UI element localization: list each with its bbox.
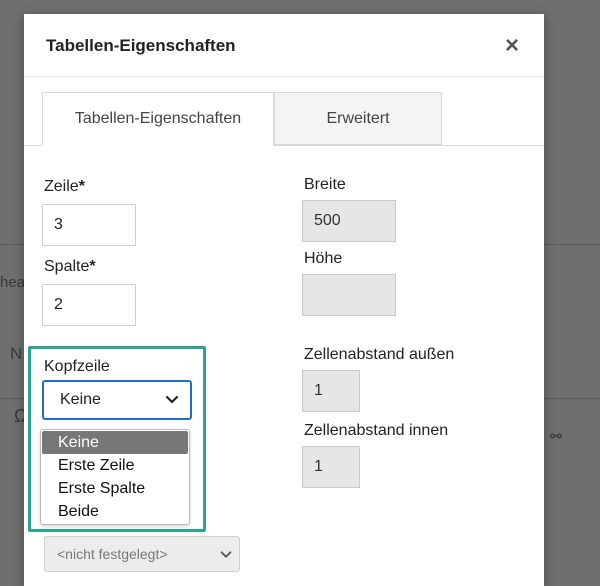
option-erste-spalte[interactable]: Erste Spalte — [42, 477, 188, 500]
option-keine[interactable]: Keine — [42, 431, 188, 454]
close-icon: × — [504, 32, 519, 59]
rows-value: 3 — [54, 216, 63, 233]
outer-spacing-value: 1 — [314, 382, 323, 399]
outer-spacing-label: Zellenabstand außen — [304, 346, 455, 363]
width-label: Breite — [304, 176, 346, 193]
background-divider — [544, 398, 600, 399]
header-row-label: Kopfzeile — [44, 358, 110, 375]
option-erste-zeile[interactable]: Erste Zeile — [42, 454, 188, 477]
chevron-down-icon — [220, 551, 232, 558]
tab-table-properties[interactable]: Tabellen-Eigenschaften — [42, 92, 274, 146]
cols-label: Spalte* — [44, 258, 96, 276]
height-input[interactable] — [302, 274, 396, 316]
background-divider — [544, 244, 600, 245]
tab-advanced[interactable]: Erweitert — [274, 92, 442, 145]
height-label: Höhe — [304, 250, 343, 267]
background-divider — [0, 398, 24, 399]
tab-bar: Tabellen-Eigenschaften Erweitert — [24, 92, 544, 146]
dialog-title: Tabellen-Eigenschaften — [46, 36, 236, 55]
rows-label: Zeile* — [44, 178, 85, 196]
tab-label: Tabellen-Eigenschaften — [74, 110, 242, 127]
width-value: 500 — [314, 212, 341, 229]
required-mark: * — [89, 258, 96, 275]
header-row-select[interactable]: Keine — [42, 380, 192, 420]
cols-value: 2 — [54, 296, 63, 313]
width-input[interactable]: 500 — [302, 200, 396, 242]
rows-input[interactable]: 3 — [42, 204, 136, 246]
table-properties-dialog: Tabellen-Eigenschaften × Tabellen-Eigens… — [24, 14, 544, 586]
header-row-dropdown: Keine Erste Zeile Erste Spalte Beide — [40, 429, 190, 525]
chevron-down-icon — [165, 395, 179, 404]
inner-spacing-input[interactable]: 1 — [302, 446, 360, 488]
background-text: N — [10, 344, 23, 363]
background-text: hea — [0, 274, 26, 291]
background-divider — [0, 244, 24, 245]
tab-label: Erweitert — [326, 109, 390, 127]
rows-label-text: Zeile — [44, 178, 79, 195]
cols-input[interactable]: 2 — [42, 284, 136, 326]
alignment-selected-value: <nicht festgelegt> — [57, 546, 168, 562]
cols-label-text: Spalte — [44, 258, 90, 275]
close-button[interactable]: × — [500, 34, 524, 58]
dialog-header: Tabellen-Eigenschaften × — [24, 14, 544, 77]
required-mark: * — [78, 178, 85, 195]
inner-spacing-value: 1 — [314, 458, 323, 475]
option-beide[interactable]: Beide — [42, 500, 188, 523]
alignment-select[interactable]: <nicht festgelegt> — [44, 536, 240, 572]
header-row-selected-value: Keine — [60, 391, 101, 408]
inner-spacing-label: Zellenabstand innen — [304, 422, 449, 439]
outer-spacing-input[interactable]: 1 — [302, 370, 360, 412]
sitemap-icon: ⚯ — [550, 428, 562, 444]
